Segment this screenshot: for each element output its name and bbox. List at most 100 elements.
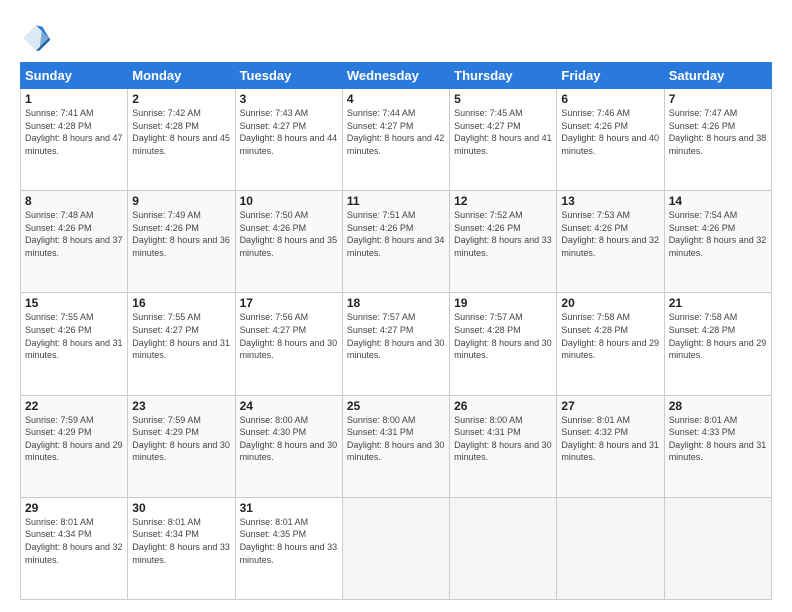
calendar-day-cell: 20Sunrise: 7:58 AMSunset: 4:28 PMDayligh…: [557, 293, 664, 395]
day-info: Sunrise: 7:42 AMSunset: 4:28 PMDaylight:…: [132, 107, 230, 157]
day-info: Sunrise: 8:01 AMSunset: 4:34 PMDaylight:…: [25, 516, 123, 566]
day-number: 18: [347, 296, 445, 310]
calendar-week-row: 1Sunrise: 7:41 AMSunset: 4:28 PMDaylight…: [21, 89, 772, 191]
logo-icon: [20, 22, 52, 54]
calendar-day-header: Thursday: [450, 63, 557, 89]
day-number: 14: [669, 194, 767, 208]
day-info: Sunrise: 7:53 AMSunset: 4:26 PMDaylight:…: [561, 209, 659, 259]
day-number: 31: [240, 501, 338, 515]
day-number: 24: [240, 399, 338, 413]
day-info: Sunrise: 8:00 AMSunset: 4:31 PMDaylight:…: [347, 414, 445, 464]
calendar-day-cell: 5Sunrise: 7:45 AMSunset: 4:27 PMDaylight…: [450, 89, 557, 191]
calendar-day-cell: 12Sunrise: 7:52 AMSunset: 4:26 PMDayligh…: [450, 191, 557, 293]
day-number: 2: [132, 92, 230, 106]
day-number: 11: [347, 194, 445, 208]
calendar-day-cell: 1Sunrise: 7:41 AMSunset: 4:28 PMDaylight…: [21, 89, 128, 191]
day-info: Sunrise: 7:51 AMSunset: 4:26 PMDaylight:…: [347, 209, 445, 259]
day-info: Sunrise: 7:44 AMSunset: 4:27 PMDaylight:…: [347, 107, 445, 157]
calendar-day-cell: 2Sunrise: 7:42 AMSunset: 4:28 PMDaylight…: [128, 89, 235, 191]
day-info: Sunrise: 7:50 AMSunset: 4:26 PMDaylight:…: [240, 209, 338, 259]
day-number: 7: [669, 92, 767, 106]
day-info: Sunrise: 8:01 AMSunset: 4:33 PMDaylight:…: [669, 414, 767, 464]
day-number: 10: [240, 194, 338, 208]
calendar-table: SundayMondayTuesdayWednesdayThursdayFrid…: [20, 62, 772, 600]
calendar-week-row: 22Sunrise: 7:59 AMSunset: 4:29 PMDayligh…: [21, 395, 772, 497]
day-info: Sunrise: 7:43 AMSunset: 4:27 PMDaylight:…: [240, 107, 338, 157]
calendar-week-row: 29Sunrise: 8:01 AMSunset: 4:34 PMDayligh…: [21, 497, 772, 599]
day-info: Sunrise: 7:59 AMSunset: 4:29 PMDaylight:…: [25, 414, 123, 464]
day-number: 17: [240, 296, 338, 310]
day-info: Sunrise: 8:00 AMSunset: 4:30 PMDaylight:…: [240, 414, 338, 464]
calendar-day-cell: 25Sunrise: 8:00 AMSunset: 4:31 PMDayligh…: [342, 395, 449, 497]
day-number: 15: [25, 296, 123, 310]
calendar-day-cell: 10Sunrise: 7:50 AMSunset: 4:26 PMDayligh…: [235, 191, 342, 293]
calendar-day-cell: [664, 497, 771, 599]
calendar-day-cell: 21Sunrise: 7:58 AMSunset: 4:28 PMDayligh…: [664, 293, 771, 395]
calendar-day-cell: 27Sunrise: 8:01 AMSunset: 4:32 PMDayligh…: [557, 395, 664, 497]
calendar-day-cell: 15Sunrise: 7:55 AMSunset: 4:26 PMDayligh…: [21, 293, 128, 395]
day-info: Sunrise: 7:57 AMSunset: 4:27 PMDaylight:…: [347, 311, 445, 361]
calendar-day-cell: [557, 497, 664, 599]
calendar-day-header: Tuesday: [235, 63, 342, 89]
day-number: 28: [669, 399, 767, 413]
day-number: 3: [240, 92, 338, 106]
calendar-day-cell: 13Sunrise: 7:53 AMSunset: 4:26 PMDayligh…: [557, 191, 664, 293]
logo: [20, 22, 56, 54]
day-number: 27: [561, 399, 659, 413]
day-number: 26: [454, 399, 552, 413]
calendar-header-row: SundayMondayTuesdayWednesdayThursdayFrid…: [21, 63, 772, 89]
day-info: Sunrise: 7:48 AMSunset: 4:26 PMDaylight:…: [25, 209, 123, 259]
calendar-day-cell: 11Sunrise: 7:51 AMSunset: 4:26 PMDayligh…: [342, 191, 449, 293]
calendar-day-cell: 31Sunrise: 8:01 AMSunset: 4:35 PMDayligh…: [235, 497, 342, 599]
day-info: Sunrise: 7:55 AMSunset: 4:27 PMDaylight:…: [132, 311, 230, 361]
day-number: 8: [25, 194, 123, 208]
calendar-day-cell: 3Sunrise: 7:43 AMSunset: 4:27 PMDaylight…: [235, 89, 342, 191]
calendar-day-cell: 19Sunrise: 7:57 AMSunset: 4:28 PMDayligh…: [450, 293, 557, 395]
day-info: Sunrise: 7:41 AMSunset: 4:28 PMDaylight:…: [25, 107, 123, 157]
day-info: Sunrise: 8:01 AMSunset: 4:35 PMDaylight:…: [240, 516, 338, 566]
day-number: 29: [25, 501, 123, 515]
day-number: 22: [25, 399, 123, 413]
day-number: 12: [454, 194, 552, 208]
day-info: Sunrise: 7:52 AMSunset: 4:26 PMDaylight:…: [454, 209, 552, 259]
day-info: Sunrise: 7:45 AMSunset: 4:27 PMDaylight:…: [454, 107, 552, 157]
day-number: 6: [561, 92, 659, 106]
calendar-day-cell: 14Sunrise: 7:54 AMSunset: 4:26 PMDayligh…: [664, 191, 771, 293]
calendar-day-cell: 23Sunrise: 7:59 AMSunset: 4:29 PMDayligh…: [128, 395, 235, 497]
day-info: Sunrise: 8:01 AMSunset: 4:32 PMDaylight:…: [561, 414, 659, 464]
calendar-day-cell: 30Sunrise: 8:01 AMSunset: 4:34 PMDayligh…: [128, 497, 235, 599]
day-info: Sunrise: 7:56 AMSunset: 4:27 PMDaylight:…: [240, 311, 338, 361]
day-number: 13: [561, 194, 659, 208]
calendar-day-cell: 28Sunrise: 8:01 AMSunset: 4:33 PMDayligh…: [664, 395, 771, 497]
calendar-day-header: Wednesday: [342, 63, 449, 89]
calendar-day-cell: 9Sunrise: 7:49 AMSunset: 4:26 PMDaylight…: [128, 191, 235, 293]
calendar-day-cell: [450, 497, 557, 599]
calendar-day-cell: 6Sunrise: 7:46 AMSunset: 4:26 PMDaylight…: [557, 89, 664, 191]
calendar-day-header: Saturday: [664, 63, 771, 89]
day-info: Sunrise: 7:47 AMSunset: 4:26 PMDaylight:…: [669, 107, 767, 157]
day-info: Sunrise: 7:59 AMSunset: 4:29 PMDaylight:…: [132, 414, 230, 464]
day-info: Sunrise: 7:54 AMSunset: 4:26 PMDaylight:…: [669, 209, 767, 259]
day-number: 21: [669, 296, 767, 310]
calendar-day-cell: 7Sunrise: 7:47 AMSunset: 4:26 PMDaylight…: [664, 89, 771, 191]
calendar-day-cell: 18Sunrise: 7:57 AMSunset: 4:27 PMDayligh…: [342, 293, 449, 395]
calendar-day-cell: 22Sunrise: 7:59 AMSunset: 4:29 PMDayligh…: [21, 395, 128, 497]
header: [20, 18, 772, 54]
day-info: Sunrise: 7:55 AMSunset: 4:26 PMDaylight:…: [25, 311, 123, 361]
day-info: Sunrise: 7:58 AMSunset: 4:28 PMDaylight:…: [669, 311, 767, 361]
day-info: Sunrise: 8:01 AMSunset: 4:34 PMDaylight:…: [132, 516, 230, 566]
calendar-day-cell: 17Sunrise: 7:56 AMSunset: 4:27 PMDayligh…: [235, 293, 342, 395]
day-info: Sunrise: 7:57 AMSunset: 4:28 PMDaylight:…: [454, 311, 552, 361]
calendar-week-row: 8Sunrise: 7:48 AMSunset: 4:26 PMDaylight…: [21, 191, 772, 293]
day-number: 30: [132, 501, 230, 515]
day-info: Sunrise: 7:58 AMSunset: 4:28 PMDaylight:…: [561, 311, 659, 361]
calendar-day-header: Monday: [128, 63, 235, 89]
day-info: Sunrise: 7:49 AMSunset: 4:26 PMDaylight:…: [132, 209, 230, 259]
day-number: 23: [132, 399, 230, 413]
calendar-day-cell: 8Sunrise: 7:48 AMSunset: 4:26 PMDaylight…: [21, 191, 128, 293]
calendar-day-header: Sunday: [21, 63, 128, 89]
day-info: Sunrise: 8:00 AMSunset: 4:31 PMDaylight:…: [454, 414, 552, 464]
day-number: 9: [132, 194, 230, 208]
calendar-day-cell: 29Sunrise: 8:01 AMSunset: 4:34 PMDayligh…: [21, 497, 128, 599]
day-number: 5: [454, 92, 552, 106]
